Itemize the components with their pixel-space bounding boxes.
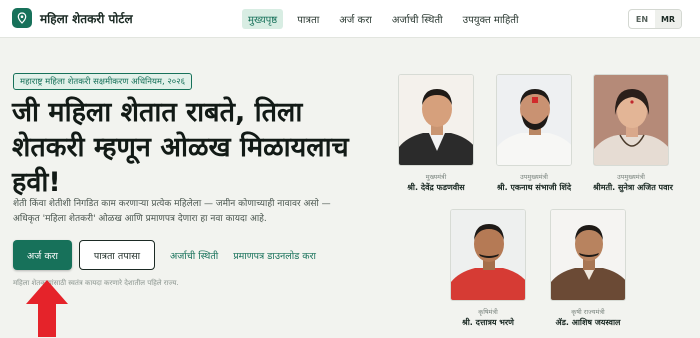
leader-name: श्रीमती. सुनेत्रा अजित पवार xyxy=(593,183,673,192)
download-certificate-link[interactable]: प्रमाणपत्र डाउनलोड करा xyxy=(233,249,316,262)
arrow-up-icon xyxy=(26,280,68,337)
language-toggle: EN MR xyxy=(628,9,682,29)
location-pin-icon xyxy=(12,8,32,28)
leader-card: कृषी राज्यमंत्री ॲड. आशिष जयस्वाल xyxy=(550,209,626,328)
leader-photo xyxy=(450,209,526,301)
leader-card: उपमुख्यमंत्री श्रीमती. सुनेत्रा अजित पवा… xyxy=(593,74,673,193)
leader-card: मुख्यमंत्री श्री. देवेंद्र फडणवीस xyxy=(398,74,474,193)
lang-en-button[interactable]: EN xyxy=(629,10,655,28)
application-status-link[interactable]: अर्जाची स्थिती xyxy=(170,249,218,262)
main-nav: मुख्यपृष्ठ पात्रता अर्ज करा अर्जाची स्थि… xyxy=(242,9,533,29)
check-eligibility-button[interactable]: पात्रता तपासा xyxy=(79,240,155,270)
top-header: महिला शेतकरी पोर्टल मुख्यपृष्ठ पात्रता अ… xyxy=(0,0,700,38)
nav-application-status[interactable]: अर्जाची स्थिती xyxy=(386,9,449,29)
leader-role: कृषी राज्यमंत्री xyxy=(571,308,605,316)
leader-name: श्री. एकनाथ संभाजी शिंदे xyxy=(496,183,572,192)
apply-button[interactable]: अर्ज करा xyxy=(13,240,72,270)
brand[interactable]: महिला शेतकरी पोर्टल xyxy=(12,8,133,28)
act-badge: महाराष्ट्र महिला शेतकरी सक्षमीकरण अधिनिय… xyxy=(13,73,193,90)
leader-role: उपमुख्यमंत्री xyxy=(617,173,645,181)
lang-mr-button[interactable]: MR xyxy=(655,10,681,28)
leader-photo xyxy=(593,74,669,166)
hero-actions: अर्ज करा पात्रता तपासा अर्जाची स्थिती प्… xyxy=(13,240,316,270)
leader-role: कृषिमंत्री xyxy=(478,308,498,316)
leader-photo xyxy=(496,74,572,166)
hero-headline: जी महिला शेतात राबते, तिला शेतकरी म्हणून… xyxy=(12,97,349,198)
leader-name: श्री. देवेंद्र फडणवीस xyxy=(407,183,465,192)
leader-role: उपमुख्यमंत्री xyxy=(520,173,548,181)
leader-card: उपमुख्यमंत्री श्री. एकनाथ संभाजी शिंदे xyxy=(496,74,572,193)
nav-useful-info[interactable]: उपयुक्त माहिती xyxy=(457,9,525,29)
leader-role: मुख्यमंत्री xyxy=(425,173,447,181)
leader-photo xyxy=(550,209,626,301)
nav-apply[interactable]: अर्ज करा xyxy=(333,9,378,29)
nav-eligibility[interactable]: पात्रता xyxy=(291,9,325,29)
leader-card: कृषिमंत्री श्री. दत्तात्रय भरणे xyxy=(450,209,526,328)
leader-name: ॲड. आशिष जयस्वाल xyxy=(555,318,621,327)
leader-photo xyxy=(398,74,474,166)
leader-name: श्री. दत्तात्रय भरणे xyxy=(462,318,514,327)
brand-title: महिला शेतकरी पोर्टल xyxy=(40,11,133,26)
nav-home[interactable]: मुख्यपृष्ठ xyxy=(242,9,284,29)
hero-intro: शेती किंवा शेतीशी निगडित काम करणाऱ्या प्… xyxy=(13,199,331,224)
